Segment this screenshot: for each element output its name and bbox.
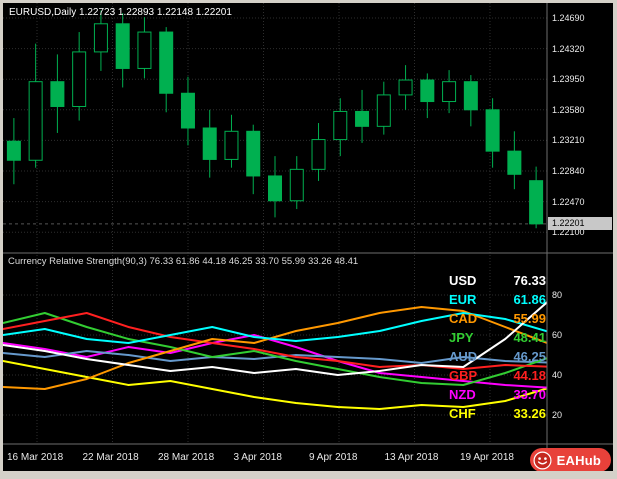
legend-row: AUD 46.25: [449, 347, 546, 366]
price-axis-tick: 1.23950: [552, 74, 585, 85]
time-axis-label: 3 Apr 2018: [233, 452, 282, 463]
legend-currency: JPY: [449, 330, 474, 345]
price-axis-tick: 1.23580: [552, 104, 585, 115]
indicator-axis-tick: 40: [552, 370, 563, 380]
legend-value: 46.25: [513, 349, 546, 364]
eahub-badge: EAHub: [529, 448, 611, 471]
legend-currency: GBP: [449, 368, 478, 383]
chart-title: EURUSD,Daily 1.22723 1.22893 1.22148 1.2…: [9, 7, 232, 18]
legend-row: EUR 61.86: [449, 290, 546, 309]
indicator-title: Currency Relative Strength(90,3) 76.33 6…: [8, 256, 359, 267]
legend-value: 48.41: [513, 330, 546, 345]
legend-currency: CHF: [449, 406, 476, 421]
legend-value: 76.33: [513, 273, 546, 288]
legend-row: CHF 33.26: [449, 404, 546, 423]
terminal-window: EURUSD,Daily 1.22723 1.22893 1.22148 1.2…: [0, 0, 617, 479]
legend-row: GBP 44.18: [449, 366, 546, 385]
legend-row: NZD 33.70: [449, 385, 546, 404]
time-axis-label: 28 Mar 2018: [158, 452, 215, 463]
time-axis-label: 19 Apr 2018: [460, 452, 514, 463]
time-axis-label: 16 Mar 2018: [7, 452, 64, 463]
legend-currency: AUD: [449, 349, 478, 364]
time-axis-label: 13 Apr 2018: [384, 452, 439, 463]
legend-row: JPY 48.41: [449, 328, 546, 347]
indicator-axis-tick: 60: [552, 330, 563, 340]
indicator-axis-tick: 20: [552, 410, 563, 420]
indicator-axis-tick: 80: [552, 290, 563, 300]
price-axis-tick: 1.24320: [552, 43, 585, 54]
price-axis-tick: 1.24690: [552, 13, 585, 23]
legend-value: 55.99: [513, 311, 546, 326]
legend-value: 61.86: [513, 292, 546, 307]
price-axis-tick: 1.22470: [552, 196, 585, 207]
legend-value: 33.70: [513, 387, 546, 402]
legend-currency: EUR: [449, 292, 477, 307]
legend-value: 33.26: [513, 406, 546, 421]
currency-strength-legend: USD 76.33 EUR 61.86 CAD 55.99 JPY 48.41 AUD 46.25…: [449, 271, 546, 423]
legend-value: 44.18: [513, 368, 546, 383]
legend-currency: NZD: [449, 387, 476, 402]
price-axis-tick: 1.23210: [552, 135, 585, 146]
time-axis-label: 22 Mar 2018: [82, 452, 139, 463]
legend-row: USD 76.33: [449, 271, 546, 290]
chart-window: EURUSD,Daily 1.22723 1.22893 1.22148 1.2…: [3, 3, 613, 471]
legend-currency: CAD: [449, 311, 478, 326]
price-axis-tick: 1.22840: [552, 166, 585, 176]
time-axis-label: 9 Apr 2018: [309, 452, 358, 463]
current-price-tag: 1.22201: [548, 217, 612, 231]
legend-row: CAD 55.99: [449, 309, 546, 328]
eahub-logo-icon: [533, 451, 552, 470]
eahub-label: EAHub: [556, 452, 601, 468]
legend-currency: USD: [449, 273, 477, 288]
